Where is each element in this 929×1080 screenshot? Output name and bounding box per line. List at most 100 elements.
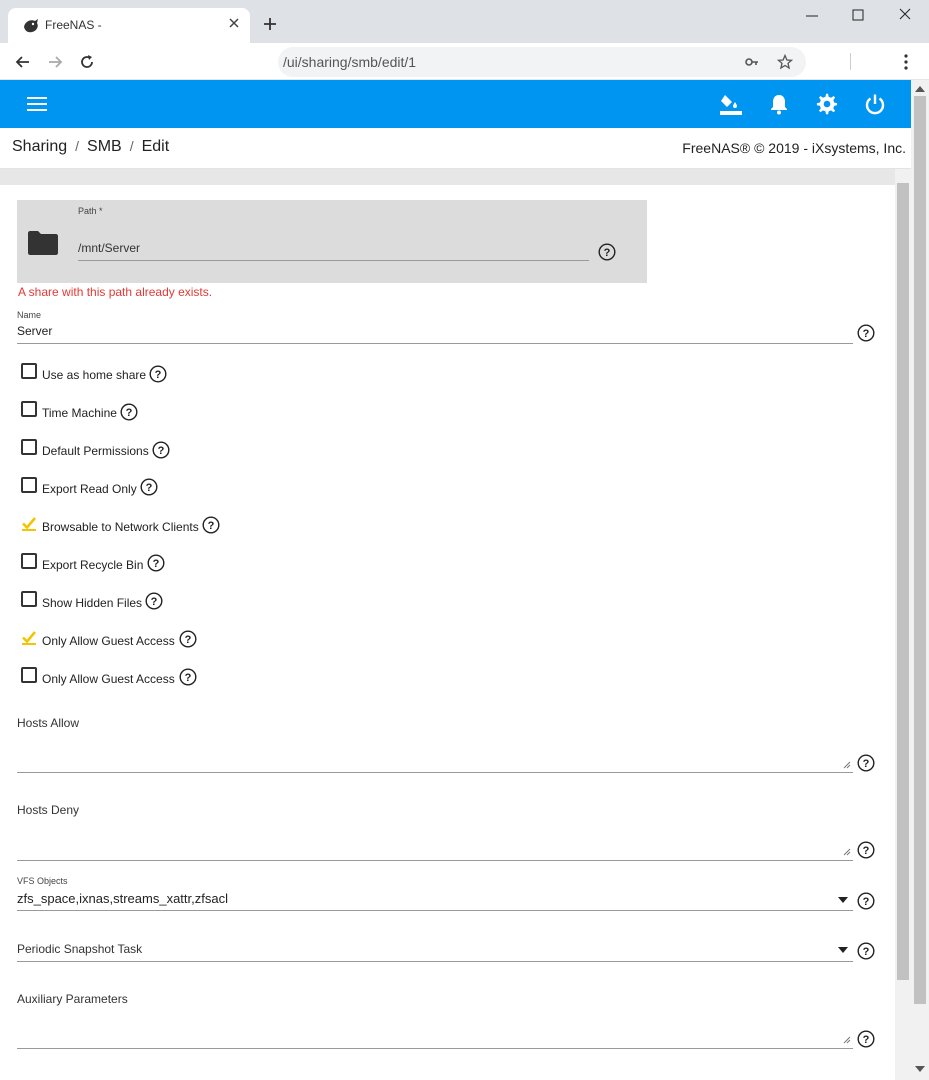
bookmark-star-icon[interactable] [777,54,793,70]
content-scrollbar[interactable] [895,169,911,1080]
breadcrumb-edit: Edit [141,138,170,155]
checkbox-export-recycle-bin[interactable] [21,553,37,569]
svg-text:?: ? [146,482,153,494]
help-icon[interactable]: ? [598,243,616,261]
checkbox-label[interactable]: Only Allow Guest Access [42,672,175,686]
help-icon[interactable]: ? [120,403,138,421]
key-icon[interactable] [744,54,760,70]
checkmark-icon [22,631,36,645]
help-icon[interactable]: ? [179,668,197,686]
menu-icon[interactable] [26,96,48,112]
checkbox-label[interactable]: Export Read Only [42,482,137,496]
name-underline [17,343,853,344]
help-icon[interactable]: ? [147,554,165,572]
scroll-down-icon[interactable] [915,1066,925,1074]
scroll-up-icon[interactable] [915,84,925,92]
checkbox-label[interactable]: Export Recycle Bin [42,558,143,572]
back-icon[interactable] [13,52,33,72]
dropdown-arrow-icon[interactable] [838,947,848,953]
name-label: Name [17,310,42,320]
checkbox-default-permissions[interactable] [21,439,37,455]
help-icon[interactable]: ? [152,441,170,459]
forward-icon[interactable] [45,52,65,72]
path-underline [78,260,589,261]
vfs-objects-select[interactable]: zfs_space,ixnas,streams_xattr,zfsacl [17,889,853,911]
resize-handle-icon[interactable] [843,1036,851,1044]
help-icon[interactable]: ? [140,478,158,496]
path-field-box: Path * /mnt/Server ? [17,200,647,283]
hosts-deny-label: Hosts Deny [17,803,80,817]
svg-text:?: ? [863,758,870,770]
svg-text:?: ? [158,445,165,457]
new-tab-icon[interactable] [260,14,280,34]
resize-handle-icon[interactable] [843,848,851,856]
checkbox-use-as-home-share[interactable] [21,363,37,379]
checkbox-label[interactable]: Only Allow Guest Access [42,634,175,648]
toolbar-separator [850,53,851,70]
copyright-text: FreeNAS® © 2019 - iXsystems, Inc. [682,140,906,156]
app-top-bar [0,80,911,128]
vfs-objects-value: zfs_space,ixnas,streams_xattr,zfsacl [17,891,228,906]
svg-text:?: ? [863,946,870,958]
maximize-icon[interactable] [846,6,870,26]
power-icon[interactable] [863,92,887,116]
page-scrollbar[interactable] [911,80,929,1080]
path-input[interactable]: /mnt/Server [78,241,140,255]
help-icon[interactable]: ? [857,754,875,772]
svg-text:?: ? [604,247,611,259]
svg-text:?: ? [126,407,133,419]
breadcrumb-sharing[interactable]: Sharing [12,138,67,155]
checkbox-only-allow-guest-access-2[interactable] [21,667,37,683]
svg-text:?: ? [185,634,192,646]
checkbox-only-allow-guest-access[interactable] [21,629,37,645]
freenas-favicon-icon [24,19,38,33]
periodic-snapshot-select[interactable]: Periodic Snapshot Task [17,938,853,962]
notifications-icon[interactable] [767,92,791,116]
browser-tab-bar: FreeNAS - [0,0,929,43]
help-icon[interactable]: ? [179,630,197,648]
folder-icon[interactable] [27,230,59,256]
help-icon[interactable]: ? [857,942,875,960]
browser-tab[interactable]: FreeNAS - [8,8,250,43]
help-icon[interactable]: ? [149,365,167,383]
close-window-icon[interactable] [893,6,917,26]
checkbox-label[interactable]: Time Machine [42,406,117,420]
help-icon[interactable]: ? [145,592,163,610]
breadcrumb-smb[interactable]: SMB [87,138,122,155]
minimize-icon[interactable] [800,6,824,26]
name-input[interactable]: Server [17,324,52,338]
dropdown-arrow-icon[interactable] [838,897,848,903]
svg-text:?: ? [185,672,192,684]
checkbox-label[interactable]: Use as home share [42,368,146,382]
checkbox-export-read-only[interactable] [21,477,37,493]
browser-menu-icon[interactable] [898,52,914,72]
checkbox-browsable-to-network-clients[interactable] [21,515,37,531]
help-icon[interactable]: ? [857,841,875,859]
svg-text:?: ? [863,896,870,908]
checkbox-label[interactable]: Browsable to Network Clients [42,520,199,534]
help-icon[interactable]: ? [202,516,220,534]
reload-icon[interactable] [77,52,97,72]
help-icon[interactable]: ? [857,1030,875,1048]
hosts-allow-textarea[interactable] [17,735,853,773]
resize-handle-icon[interactable] [843,761,851,769]
help-icon[interactable]: ? [857,324,875,342]
address-bar[interactable]: /ui/sharing/smb/edit/1 [278,47,806,77]
checkbox-label[interactable]: Show Hidden Files [42,596,142,610]
checkbox-show-hidden-files[interactable] [21,591,37,607]
svg-text:?: ? [153,558,160,570]
browser-toolbar: /ui/sharing/smb/edit/1 [0,43,929,80]
theme-icon[interactable] [719,92,743,116]
checkbox-time-machine[interactable] [21,401,37,417]
path-error-message: A share with this path already exists. [18,285,213,299]
content-scrollbar-thumb[interactable] [897,183,909,980]
page-scrollbar-thumb[interactable] [914,96,926,1004]
auxiliary-parameters-label: Auxiliary Parameters [17,992,128,1006]
settings-icon[interactable] [815,92,839,116]
auxiliary-parameters-textarea[interactable] [17,1011,853,1049]
help-icon[interactable]: ? [857,892,875,910]
hosts-deny-textarea[interactable] [17,822,853,861]
breadcrumb-separator: / [129,138,134,154]
checkbox-label[interactable]: Default Permissions [42,444,149,458]
close-tab-icon[interactable] [226,15,242,31]
